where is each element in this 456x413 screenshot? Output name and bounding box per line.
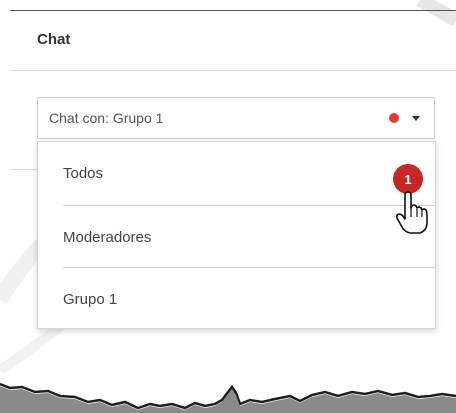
dropdown-item-label: Todos bbox=[63, 164, 104, 182]
chat-panel-title: Chat bbox=[37, 31, 71, 48]
dropdown-item-label: Moderadores bbox=[63, 228, 152, 246]
dropdown-item-todos[interactable]: Todos 1 bbox=[38, 142, 435, 204]
chat-recipient-select-label: Chat con: Grupo 1 bbox=[49, 110, 164, 126]
chevron-down-icon[interactable] bbox=[412, 115, 420, 121]
dropdown-item-label: Grupo 1 bbox=[63, 290, 118, 308]
unread-count-badge: 1 bbox=[393, 164, 423, 194]
dropdown-item-moderadores[interactable]: Moderadores bbox=[38, 206, 435, 268]
dropdown-item-grupo-1[interactable]: Grupo 1 bbox=[38, 268, 435, 330]
chat-recipient-select[interactable]: Chat con: Grupo 1 bbox=[37, 97, 435, 139]
content-divider bbox=[10, 169, 38, 170]
unread-status-dot bbox=[389, 113, 399, 123]
top-divider bbox=[10, 10, 456, 11]
header-divider bbox=[10, 70, 456, 71]
chat-recipient-dropdown: Todos 1 Moderadores Grupo 1 bbox=[37, 141, 436, 329]
